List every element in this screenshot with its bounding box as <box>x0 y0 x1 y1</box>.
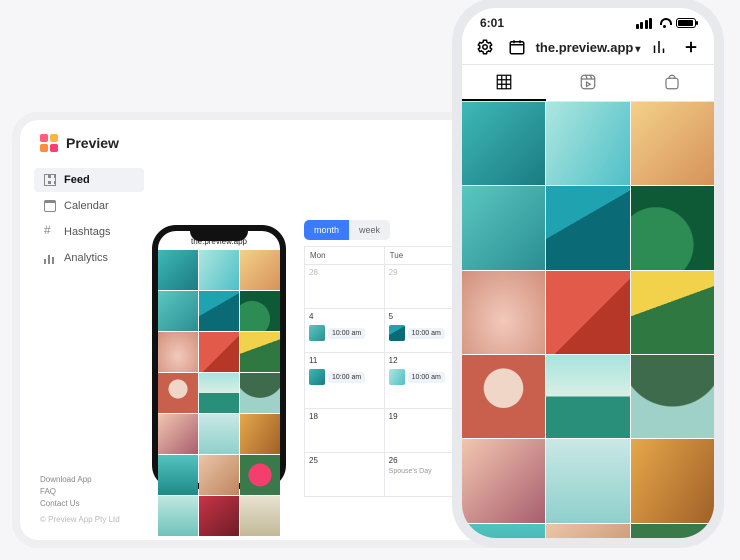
time-pill: 10:00 am <box>328 328 365 339</box>
sidebar-item-feed[interactable]: Feed <box>34 168 144 192</box>
feed-thumb[interactable] <box>462 186 545 269</box>
grid-icon <box>495 73 513 91</box>
feed-thumb[interactable] <box>462 439 545 522</box>
chevron-down-icon: ▾ <box>635 44 640 55</box>
time-pill: 10:00 am <box>408 372 445 383</box>
day-header: Mon <box>305 247 385 265</box>
sidebar-item-label: Feed <box>64 174 90 186</box>
feed-thumb[interactable] <box>631 439 714 522</box>
time-pill: 10:00 am <box>328 372 365 383</box>
username-dropdown[interactable]: the.preview.app▾ <box>536 40 641 55</box>
post-thumb <box>309 325 325 341</box>
copyright: © Preview App Pty Ltd <box>40 514 120 526</box>
phone-notch <box>190 229 248 241</box>
post-thumb <box>389 369 405 385</box>
chart-icon <box>44 252 56 264</box>
post-thumb <box>389 325 405 341</box>
status-bar: 6:01 <box>462 8 714 32</box>
time-pill: 10:00 am <box>408 328 445 339</box>
feed-thumb[interactable] <box>631 186 714 269</box>
status-time: 6:01 <box>480 16 504 30</box>
day-header: Tue <box>384 247 464 265</box>
post-thumb <box>309 369 325 385</box>
calendar-cell[interactable]: 12 10:00 am <box>384 353 464 409</box>
username: the.preview.app <box>536 40 634 55</box>
footer-link[interactable]: Download App <box>40 474 120 486</box>
tab-reels[interactable] <box>546 65 630 101</box>
feed-thumb[interactable] <box>546 355 629 438</box>
feed-thumb[interactable] <box>546 102 629 185</box>
feed-thumb[interactable] <box>631 524 714 538</box>
sidebar-item-label: Hashtags <box>64 226 110 238</box>
mini-feed-grid <box>158 250 280 536</box>
feed-thumb[interactable] <box>462 102 545 185</box>
battery-icon <box>676 18 696 28</box>
feed-thumb[interactable] <box>546 524 629 538</box>
shop-icon <box>663 73 681 91</box>
feed-thumb[interactable] <box>546 439 629 522</box>
calendar-icon <box>44 200 56 212</box>
calendar-view-toggle[interactable]: month week <box>304 220 390 240</box>
calendar-cell[interactable]: 18 <box>305 408 385 452</box>
analytics-icon[interactable] <box>650 38 668 56</box>
tab-grid[interactable] <box>462 65 546 101</box>
feed-grid <box>462 102 714 538</box>
footer-link[interactable]: FAQ <box>40 486 120 498</box>
sidebar: Feed Calendar Hashtags Analytics <box>34 168 144 272</box>
calendar-cell[interactable]: 11 10:00 am <box>305 353 385 409</box>
app-title: Preview <box>66 135 119 151</box>
feed-thumb[interactable] <box>631 271 714 354</box>
feed-tabs <box>462 64 714 102</box>
signal-icon <box>636 18 653 29</box>
feed-thumb[interactable] <box>631 355 714 438</box>
sidebar-item-hashtags[interactable]: Hashtags <box>34 220 144 244</box>
calendar-cell[interactable]: 28 <box>305 265 385 309</box>
hash-icon <box>44 226 56 238</box>
event-sub: Spouse's Day <box>389 468 460 475</box>
sidebar-item-analytics[interactable]: Analytics <box>34 246 144 270</box>
reels-icon <box>579 73 597 91</box>
calendar-icon[interactable] <box>508 38 526 56</box>
calendar-cell[interactable]: 5 10:00 am <box>384 309 464 353</box>
feed-thumb[interactable] <box>546 186 629 269</box>
tab-saved[interactable] <box>630 65 714 101</box>
sidebar-item-calendar[interactable]: Calendar <box>34 194 144 218</box>
sidebar-item-label: Analytics <box>64 252 108 264</box>
calendar-cell[interactable]: 19 <box>384 408 464 452</box>
calendar-cell[interactable]: 26 Spouse's Day <box>384 452 464 496</box>
sidebar-item-label: Calendar <box>64 200 109 212</box>
calendar-cell[interactable]: 25 <box>305 452 385 496</box>
toggle-month[interactable]: month <box>304 220 349 240</box>
toggle-week[interactable]: week <box>349 220 390 240</box>
preview-logo-icon <box>40 134 58 152</box>
gear-icon[interactable] <box>476 38 494 56</box>
feed-thumb[interactable] <box>546 271 629 354</box>
wifi-icon <box>657 18 671 28</box>
feed-thumb[interactable] <box>462 271 545 354</box>
feed-thumb[interactable] <box>462 355 545 438</box>
grid-icon <box>44 174 56 186</box>
footer-link[interactable]: Contact Us <box>40 498 120 510</box>
footer-links: Download App FAQ Contact Us © Preview Ap… <box>40 474 120 526</box>
calendar-cell[interactable]: 29 <box>384 265 464 309</box>
app-top-bar: the.preview.app▾ <box>462 32 714 64</box>
plus-icon[interactable] <box>682 38 700 56</box>
mini-phone-preview: the.preview.app <box>152 225 286 489</box>
calendar-cell[interactable]: 4 10:00 am <box>305 309 385 353</box>
mobile-phone: 6:01 the.preview.app▾ <box>462 8 714 538</box>
feed-thumb[interactable] <box>631 102 714 185</box>
